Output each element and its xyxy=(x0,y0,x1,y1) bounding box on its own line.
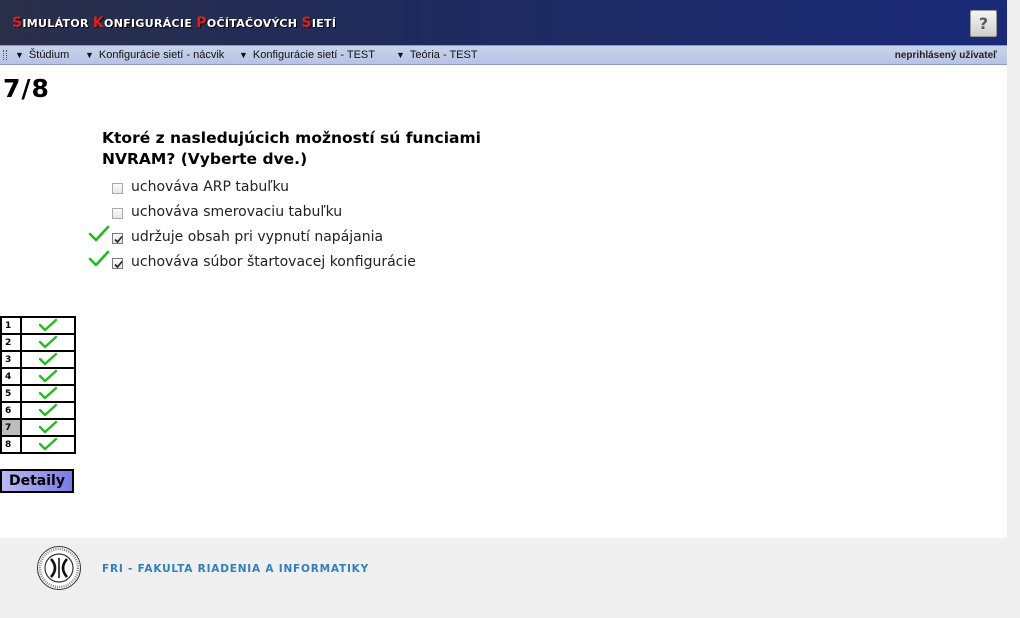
question-navigation-table: 12345678 xyxy=(0,316,76,454)
answer-label[interactable]: udržuje obsah pri vypnutí napájania xyxy=(131,229,383,245)
answer-checkbox[interactable] xyxy=(112,233,123,244)
question-number[interactable]: 6 xyxy=(0,401,22,420)
question-status-cell[interactable] xyxy=(20,418,76,437)
page: SIMULÁTOR KONFIGURÁCIE POČÍTAČOVÝCH SIET… xyxy=(0,0,1007,590)
correct-check-icon xyxy=(22,403,74,418)
triangle-down-icon: ▼ xyxy=(15,50,24,60)
question-nav-row[interactable]: 3 xyxy=(0,350,76,369)
footer-faculty-name: FRI - FAKULTA RIADENIA A INFORMATIKY xyxy=(102,563,369,575)
answer-checkbox[interactable] xyxy=(112,183,123,194)
correct-check-icon xyxy=(22,369,74,384)
answer-label[interactable]: uchováva súbor štartovacej konfigurácie xyxy=(131,254,416,270)
question-status-cell[interactable] xyxy=(20,435,76,454)
app-title: SIMULÁTOR KONFIGURÁCIE POČÍTAČOVÝCH SIET… xyxy=(12,15,337,31)
menu-item-teoria-test[interactable]: ▼ Teória - TEST xyxy=(396,49,478,61)
question-number[interactable]: 4 xyxy=(0,367,22,386)
user-status[interactable]: neprihlásený užívateľ xyxy=(895,50,997,61)
correct-check-icon xyxy=(22,352,74,367)
header-bar: SIMULÁTOR KONFIGURÁCIE POČÍTAČOVÝCH SIET… xyxy=(0,0,1007,45)
triangle-down-icon: ▼ xyxy=(85,50,94,60)
triangle-down-icon: ▼ xyxy=(396,50,405,60)
question-nav-row[interactable]: 2 xyxy=(0,333,76,352)
question-status-cell[interactable] xyxy=(20,384,76,403)
question-number[interactable]: 8 xyxy=(0,435,22,454)
question-status-cell[interactable] xyxy=(20,316,76,335)
correct-check-icon xyxy=(88,248,110,270)
question-counter: 7/8 xyxy=(3,74,50,103)
correct-check-icon xyxy=(22,437,74,452)
question-nav-row[interactable]: 5 xyxy=(0,384,76,403)
university-logo xyxy=(36,545,82,591)
question-text: Ktoré z nasledujúcich možností sú funcia… xyxy=(102,129,481,168)
answer-label[interactable]: uchováva ARP tabuľku xyxy=(131,179,289,195)
menu-item-konfiguracie-nacvik[interactable]: ▼ Konfigurácie sietí - nácvik xyxy=(85,49,224,61)
question-nav-row[interactable]: 7 xyxy=(0,418,76,437)
question-number[interactable]: 5 xyxy=(0,384,22,403)
correct-check-icon xyxy=(22,335,74,350)
question-status-cell[interactable] xyxy=(20,333,76,352)
details-button[interactable]: Detaily xyxy=(0,469,74,493)
answer-checkbox[interactable] xyxy=(112,258,123,269)
question-status-cell[interactable] xyxy=(20,401,76,420)
question-nav-row[interactable]: 1 xyxy=(0,316,76,335)
question-nav-row[interactable]: 8 xyxy=(0,435,76,454)
correct-check-icon xyxy=(88,223,110,245)
triangle-down-icon: ▼ xyxy=(239,50,248,60)
question-number[interactable]: 7 xyxy=(0,418,22,437)
question-number[interactable]: 1 xyxy=(0,316,22,335)
menu-grip-icon xyxy=(3,50,7,60)
question-status-cell[interactable] xyxy=(20,350,76,369)
question-number[interactable]: 3 xyxy=(0,350,22,369)
question-status-cell[interactable] xyxy=(20,367,76,386)
correct-check-icon xyxy=(22,420,74,435)
menu-item-studium[interactable]: ▼ Štúdium xyxy=(15,49,69,61)
question-number[interactable]: 2 xyxy=(0,333,22,352)
help-button[interactable]: ? xyxy=(970,10,997,37)
question-nav-row[interactable]: 4 xyxy=(0,367,76,386)
correct-check-icon xyxy=(22,318,74,333)
correct-check-icon xyxy=(22,386,74,401)
menu-item-konfiguracie-test[interactable]: ▼ Konfigurácie sietí - TEST xyxy=(239,49,375,61)
question-nav-row[interactable]: 6 xyxy=(0,401,76,420)
answer-label[interactable]: uchováva smerovaciu tabuľku xyxy=(131,204,342,220)
menu-bar: ▼ Štúdium ▼ Konfigurácie sietí - nácvik ▼ K… xyxy=(0,45,1007,65)
answer-checkbox[interactable] xyxy=(112,208,123,219)
